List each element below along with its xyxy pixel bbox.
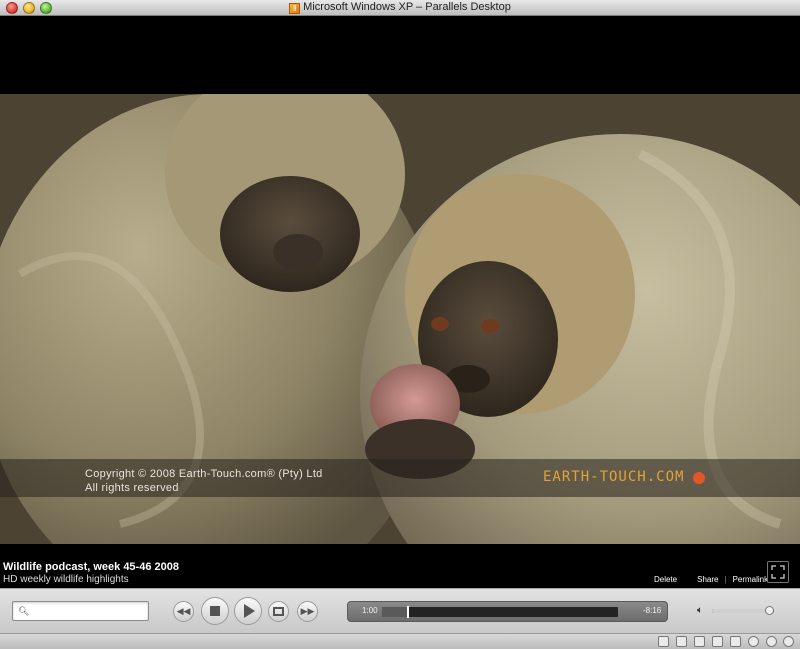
timeline: 1:00 -8:16: [347, 601, 668, 622]
delete-link[interactable]: Delete: [654, 575, 677, 584]
search-box[interactable]: 🔍︎: [12, 601, 149, 621]
sync-icon[interactable]: [766, 636, 777, 647]
printer-icon[interactable]: [730, 636, 741, 647]
link-separator: |: [724, 575, 727, 584]
window-title: ‖ Microsoft Windows XP – Parallels Deskto…: [0, 1, 800, 14]
fit-video-icon: [273, 607, 284, 616]
play-icon: [244, 604, 255, 618]
copyright-notice: Copyright © 2008 Earth-Touch.com® (Pty) …: [85, 467, 323, 495]
play-button[interactable]: [234, 597, 262, 625]
permalink-link[interactable]: Permalink: [733, 575, 769, 584]
remaining-time: -8:16: [643, 606, 662, 615]
episode-info: Wildlife podcast, week 45-46 2008 HD wee…: [0, 557, 800, 588]
progress-fill: [382, 607, 407, 617]
device-icon[interactable]: [694, 636, 705, 647]
volume-fill: [712, 609, 770, 613]
episode-title: Wildlife podcast, week 45-46 2008: [3, 561, 179, 573]
rewind-button[interactable]: ◀◀: [173, 601, 194, 622]
fullscreen-button[interactable]: [767, 561, 789, 583]
status-bar: [0, 633, 800, 649]
floppy-icon[interactable]: [676, 636, 687, 647]
current-time: 1:00: [362, 606, 378, 615]
share-link[interactable]: Share: [697, 575, 718, 584]
parallels-window: ‖ Microsoft Windows XP – Parallels Deskto…: [0, 0, 800, 649]
volume-slider[interactable]: [712, 606, 774, 615]
fast-forward-icon: ▶▶: [300, 606, 315, 616]
brand-logo-dot: [693, 472, 705, 484]
video-frame[interactable]: Copyright © 2008 Earth-Touch.com® (Pty) …: [0, 94, 800, 544]
playhead[interactable]: [406, 606, 409, 618]
network-icon[interactable]: [748, 636, 759, 647]
volume-icon[interactable]: 🔈︎: [697, 605, 703, 616]
rewind-icon: ◀◀: [176, 606, 191, 616]
player-controls: 🔍︎ ◀◀ ▶▶ 1:00 -8:16 🔈︎: [0, 588, 800, 633]
fullscreen-icon: [771, 565, 785, 579]
progress-track[interactable]: [382, 606, 618, 618]
cd-icon[interactable]: [712, 636, 723, 647]
episode-subtitle: HD weekly wildlife highlights: [3, 574, 129, 585]
episode-links: Delete Share | Permalink: [654, 575, 768, 584]
search-input[interactable]: [31, 604, 143, 618]
search-icon: 🔍︎: [18, 606, 30, 616]
fast-forward-button[interactable]: ▶▶: [297, 601, 318, 622]
title-bar[interactable]: ‖ Microsoft Windows XP – Parallels Deskto…: [0, 0, 800, 16]
parallels-icon: ‖: [289, 3, 301, 14]
stop-button[interactable]: [201, 597, 229, 625]
stop-icon: [210, 606, 220, 616]
keyboard-icon[interactable]: [658, 636, 669, 647]
letterbox-top: [0, 17, 800, 94]
window-title-text: Microsoft Windows XP – Parallels Desktop: [303, 1, 511, 13]
usb-icon[interactable]: [783, 636, 794, 647]
volume-knob[interactable]: [764, 606, 774, 615]
copyright-line-2: All rights reserved: [85, 482, 179, 494]
fit-video-button[interactable]: [268, 601, 289, 622]
copyright-line-1: Copyright © 2008 Earth-Touch.com® (Pty) …: [85, 468, 323, 480]
brand-watermark: EARTH-TOUCH.COM: [543, 469, 685, 485]
